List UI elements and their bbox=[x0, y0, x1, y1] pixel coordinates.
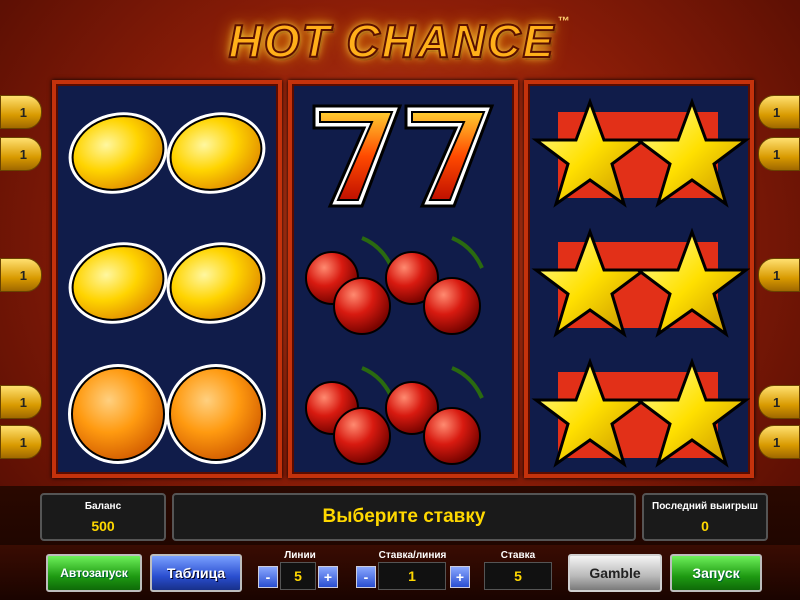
payline-tab-right[interactable]: 1 bbox=[758, 425, 800, 459]
spin-button[interactable]: Запуск bbox=[670, 554, 762, 592]
lemon-icon bbox=[56, 88, 278, 218]
lines-minus-button[interactable]: - bbox=[258, 566, 278, 588]
balance-value: 500 bbox=[91, 518, 115, 534]
last-win-label: Последний выигрыш bbox=[652, 501, 758, 512]
sevens-icon bbox=[292, 88, 514, 218]
reel-3 bbox=[524, 80, 754, 478]
lines-plus-button[interactable]: + bbox=[318, 566, 338, 588]
payline-tab-left[interactable]: 1 bbox=[0, 385, 42, 419]
payline-tab-right[interactable]: 1 bbox=[758, 258, 800, 292]
cherries-icon bbox=[292, 218, 514, 348]
payline-tab-right[interactable]: 1 bbox=[758, 95, 800, 129]
stars-icon bbox=[528, 218, 750, 348]
game-title-text: HOT CHANCE ™ bbox=[228, 14, 572, 68]
game-title: HOT CHANCE ™ bbox=[0, 10, 800, 72]
payline-tab-left[interactable]: 1 bbox=[0, 258, 42, 292]
paytable-button[interactable]: Таблица bbox=[150, 554, 242, 592]
status-message: Выберите ставку bbox=[322, 506, 486, 527]
orange-icon bbox=[56, 348, 278, 478]
last-win-panel: Последний выигрыш 0 bbox=[642, 493, 768, 541]
bet-per-line-label: Ставка/линия bbox=[378, 550, 447, 561]
balance-panel: Баланс 500 bbox=[40, 493, 166, 541]
stars-icon bbox=[528, 88, 750, 218]
autoplay-button[interactable]: Автозапуск bbox=[46, 554, 142, 592]
payline-tab-right[interactable]: 1 bbox=[758, 137, 800, 171]
payline-tab-right[interactable]: 1 bbox=[758, 385, 800, 419]
bet-value: 5 bbox=[484, 562, 552, 590]
payline-tab-left[interactable]: 1 bbox=[0, 95, 42, 129]
payline-tab-left[interactable]: 1 bbox=[0, 425, 42, 459]
balance-label: Баланс bbox=[84, 501, 122, 512]
lemon-icon bbox=[56, 218, 278, 348]
message-panel: Выберите ставку bbox=[172, 493, 636, 541]
bet-per-line-minus-button[interactable]: - bbox=[356, 566, 376, 588]
payline-tab-left[interactable]: 1 bbox=[0, 137, 42, 171]
stars-icon bbox=[528, 348, 750, 478]
lines-value: 5 bbox=[280, 562, 316, 590]
bet-label: Ставка bbox=[500, 550, 536, 561]
last-win-value: 0 bbox=[701, 518, 709, 534]
lines-label: Линии bbox=[284, 550, 316, 561]
bet-per-line-value: 1 bbox=[378, 562, 446, 590]
gamble-button[interactable]: Gamble bbox=[568, 554, 662, 592]
cherries-icon bbox=[292, 348, 514, 478]
bet-per-line-plus-button[interactable]: + bbox=[450, 566, 470, 588]
reel-1 bbox=[52, 80, 282, 478]
reel-2 bbox=[288, 80, 518, 478]
trademark: ™ bbox=[557, 14, 572, 28]
